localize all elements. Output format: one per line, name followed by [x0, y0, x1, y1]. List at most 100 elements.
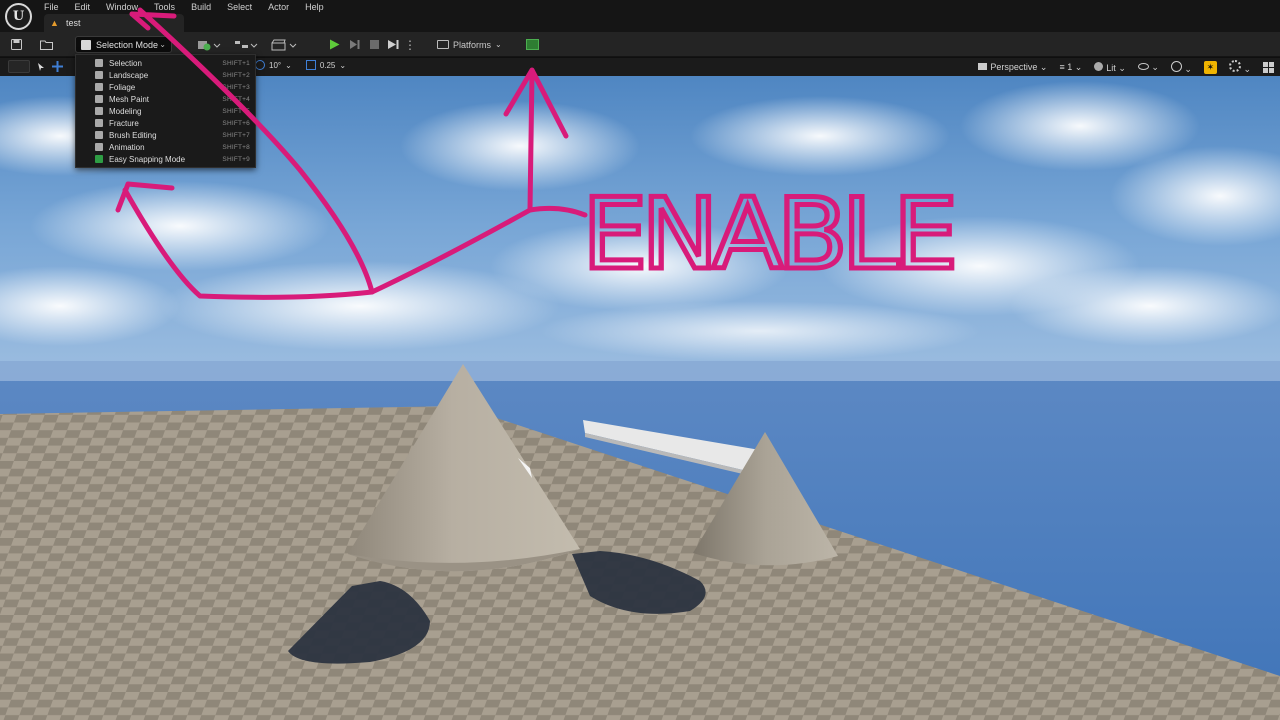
translate-icon[interactable]: [52, 61, 63, 72]
mesh-paint-icon: [95, 95, 103, 103]
menu-edit[interactable]: Edit: [67, 0, 99, 13]
advance-frame-button[interactable]: [346, 36, 362, 53]
eject-button[interactable]: [385, 36, 401, 53]
mode-option-shortcut: SHIFT+7: [222, 131, 250, 139]
mode-option-label: Landscape: [109, 70, 149, 80]
mode-option-shortcut: SHIFT+6: [222, 119, 250, 127]
easy-snapping-icon: [95, 155, 103, 163]
viewport-tools: [8, 60, 63, 73]
camera-speed-label: 1: [1067, 62, 1073, 72]
folder-icon: [39, 40, 53, 50]
mode-option-shortcut: SHIFT+2: [222, 71, 250, 79]
unreal-logo[interactable]: U: [5, 3, 32, 30]
camera-icon: [978, 63, 988, 70]
mode-option-fracture[interactable]: Fracture SHIFT+6: [76, 117, 255, 129]
chevron-down-icon: ⌄: [495, 40, 502, 49]
menu-help[interactable]: Help: [297, 0, 332, 13]
landscape-icon: [95, 71, 103, 79]
selection-icon: [95, 59, 103, 67]
fracture-icon: [95, 119, 103, 127]
mode-option-shortcut: SHIFT+1: [222, 59, 250, 67]
quick-add-button[interactable]: [196, 36, 222, 53]
realtime-warning-icon[interactable]: ✶: [1203, 61, 1217, 74]
rotation-snap-icon[interactable]: [255, 60, 265, 70]
platforms-button[interactable]: Platforms ⌄: [437, 36, 502, 53]
content-browser-button[interactable]: [38, 36, 54, 53]
clapperboard-icon: [271, 39, 297, 50]
mode-option-easy-snapping[interactable]: Easy Snapping Mode SHIFT+9: [76, 153, 255, 165]
mode-option-shortcut: SHIFT+9: [222, 155, 250, 163]
mode-option-mesh-paint[interactable]: Mesh Paint SHIFT+4: [76, 93, 255, 105]
select-arrow-icon[interactable]: [36, 62, 46, 72]
save-button[interactable]: [8, 36, 24, 53]
menu-select[interactable]: Select: [219, 0, 260, 13]
view-mode-label: Lit: [1106, 62, 1116, 73]
gauge-icon: [1170, 60, 1182, 72]
scale-snap-value[interactable]: 0.25: [320, 61, 336, 70]
perspective-button[interactable]: Perspective ⌄: [978, 62, 1047, 73]
mode-option-label: Foliage: [109, 82, 136, 92]
title-bar: U File Edit Window Tools Build Select Ac…: [0, 0, 1280, 32]
chevron-down-icon: ⌄: [285, 60, 292, 70]
viewport-options-icon[interactable]: [8, 60, 30, 73]
menu-file[interactable]: File: [36, 0, 67, 13]
mode-option-label: Brush Editing: [109, 130, 157, 140]
stop-button[interactable]: [366, 36, 382, 53]
menu-window[interactable]: Window: [98, 0, 146, 13]
play-button[interactable]: [326, 36, 342, 53]
menu-tools[interactable]: Tools: [146, 0, 183, 13]
mode-option-modeling[interactable]: Modeling SHIFT+5: [76, 105, 255, 117]
mode-option-shortcut: SHIFT+5: [222, 107, 250, 115]
mode-option-foliage[interactable]: Foliage SHIFT+3: [76, 81, 255, 93]
eject-icon: [388, 40, 399, 49]
modeling-icon: [95, 107, 103, 115]
stop-icon: [369, 40, 379, 49]
mode-option-shortcut: SHIFT+8: [222, 143, 250, 151]
mode-selector-button[interactable]: Selection Mode ⌄: [75, 36, 172, 53]
level-icon: ▲: [50, 18, 59, 28]
scale-snap-icon[interactable]: [305, 60, 316, 70]
mode-option-label: Selection: [109, 58, 142, 68]
mode-option-brush-editing[interactable]: Brush Editing SHIFT+7: [76, 129, 255, 141]
level-tab-label: test: [66, 18, 81, 28]
brush-editing-icon: [95, 131, 103, 139]
scene-render: [0, 76, 1280, 720]
chevron-down-icon: ⌄: [339, 60, 347, 70]
mode-option-landscape[interactable]: Landscape SHIFT+2: [76, 69, 255, 81]
more-options-icon[interactable]: ⋮: [404, 36, 416, 53]
mode-option-label: Modeling: [109, 106, 142, 116]
play-icon: [329, 39, 339, 50]
mode-dropdown-menu: Selection SHIFT+1 Landscape SHIFT+2 Foli…: [75, 54, 256, 168]
monitor-icon: [437, 40, 449, 49]
cinematics-button[interactable]: [270, 36, 298, 53]
mode-option-label: Fracture: [109, 118, 139, 128]
mode-option-shortcut: SHIFT+4: [222, 95, 250, 103]
viewport-settings-button[interactable]: ⌄: [1228, 60, 1251, 75]
mode-selector-label: Selection Mode: [96, 39, 159, 50]
mode-option-selection[interactable]: Selection SHIFT+1: [76, 57, 255, 69]
add-actor-icon: [198, 40, 221, 50]
blueprints-button[interactable]: [233, 36, 259, 53]
step-forward-icon: [349, 40, 359, 49]
eye-icon: [1137, 63, 1149, 70]
project-settings-button[interactable]: [525, 36, 539, 53]
mode-option-label: Animation: [109, 142, 145, 152]
menu-bar: File Edit Window Tools Build Select Acto…: [36, 0, 332, 13]
view-mode-button[interactable]: Lit ⌄: [1094, 61, 1126, 74]
mode-option-label: Easy Snapping Mode: [109, 154, 186, 164]
save-icon: [10, 39, 22, 50]
scalability-button[interactable]: ⌄: [1170, 60, 1192, 75]
rotation-snap-value[interactable]: 10°: [269, 61, 281, 70]
layout-grid-icon[interactable]: [1263, 62, 1274, 73]
platforms-label: Platforms: [453, 39, 492, 50]
menu-actor[interactable]: Actor: [260, 0, 297, 13]
mode-option-animation[interactable]: Animation SHIFT+8: [76, 141, 255, 153]
camera-speed-button[interactable]: ≡ 1 ⌄: [1059, 62, 1082, 73]
gear-icon: [1228, 60, 1241, 72]
viewport-view-options: Perspective ⌄ ≡ 1 ⌄ Lit ⌄ ⌄ ⌄ ✶ ⌄: [978, 60, 1274, 75]
level-viewport[interactable]: [0, 76, 1280, 720]
level-tab[interactable]: ▲ test: [44, 14, 184, 32]
animation-icon: [95, 143, 103, 151]
show-flags-button[interactable]: ⌄: [1137, 62, 1159, 73]
menu-build[interactable]: Build: [183, 0, 219, 13]
